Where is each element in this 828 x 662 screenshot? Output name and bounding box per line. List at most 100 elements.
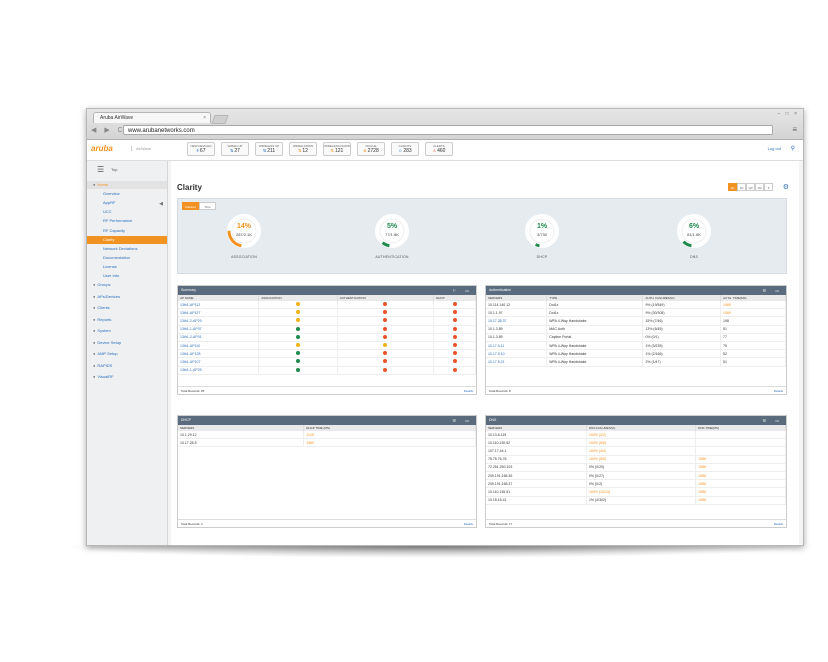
table-row[interactable]: 10.17.28.51980 (178, 439, 476, 447)
time-range-button[interactable]: 1W (746, 183, 755, 191)
table-row[interactable]: 10.13.6.119100% (2/2) (486, 431, 786, 439)
stat-box[interactable]: ROGUE⊗2728 (357, 142, 385, 156)
sidebar-item[interactable]: ●Device Setup (87, 339, 167, 347)
dns-details-link[interactable]: Details (774, 520, 783, 528)
address-bar[interactable]: www.arubanetworks.com (123, 125, 773, 135)
table-row[interactable]: 10.1.29.121129 (178, 431, 476, 439)
table-row[interactable]: 10.17.5.10WPA 4-Way Handshake1% (2/166)5… (486, 350, 786, 358)
table-row[interactable]: 107.17.44.1100% (4/4) (486, 447, 786, 455)
authentication-toolbar-icons[interactable]: ☰ ▭ (763, 286, 783, 295)
stat-box[interactable]: WIRELESS DOWN⇅121 (323, 142, 351, 156)
table-row[interactable]: 10.110.130.52100% (6/6) (486, 439, 786, 447)
sidebar-item[interactable]: ●RAPIDS (87, 362, 167, 370)
table-row[interactable]: 13th1-1-AP25 (178, 366, 476, 374)
table-row[interactable]: 10.17.28.37WPA 4-Way Handshake15% (7/46)… (486, 317, 786, 325)
table-row[interactable]: 13th1-2-AP01 (178, 333, 476, 341)
table-row[interactable]: 13th1-AP110 (178, 341, 476, 349)
failures-toggle[interactable]: Failures (182, 202, 199, 210)
dhcp-details-link[interactable]: Details (464, 520, 473, 528)
browser-menu-icon[interactable]: ≡ (792, 125, 797, 134)
server-cell[interactable]: 10.17.5.21 (486, 358, 547, 366)
table-row[interactable]: 209.191.165.370% (0/2)1986 (486, 480, 786, 488)
stat-box[interactable]: ALERTS⚠460 (425, 142, 453, 156)
sidebar-item[interactable]: ●APs/Devices (87, 293, 167, 301)
time-range-button[interactable]: 1M (755, 183, 764, 191)
ap-name-link[interactable]: 13th1-AP110 (178, 341, 259, 349)
server-cell[interactable]: 10.17.5.10 (486, 350, 547, 358)
ap-name-link[interactable]: 13th1-1-AP25 (178, 366, 259, 374)
time-range-button[interactable]: ▾ (764, 183, 773, 191)
table-row[interactable]: 10.17.5.11WPA 4-Way Handshake1% (3/235)7… (486, 341, 786, 349)
time-range-button[interactable]: 2H (728, 183, 737, 191)
ap-name-link[interactable]: 13th1-AP127 (178, 309, 259, 317)
logout-link[interactable]: Log out (768, 146, 781, 151)
table-row[interactable]: 10.1.1.97Dot1x9% (30/305)1069 (486, 309, 786, 317)
gauge[interactable]: 6%81/1.6KDNS (676, 213, 712, 249)
top-label[interactable]: Top (111, 167, 117, 172)
sidebar-item[interactable]: Clarity (87, 236, 167, 244)
stat-box[interactable]: WIRELESS UP⇅211 (255, 142, 283, 156)
time-range-button[interactable]: 1D (737, 183, 746, 191)
table-row[interactable]: 209.191.165.390% (0/27)1986 (486, 471, 786, 479)
table-row[interactable]: 10.15.15.411% (4/302)1986 (486, 496, 786, 504)
server-cell[interactable]: 10.17.28.37 (486, 317, 547, 325)
sidebar-item[interactable]: ●VisualRF (87, 373, 167, 381)
stat-box[interactable]: WIRED DOWN⇅12 (289, 142, 317, 156)
table-row[interactable]: 75.75.76.76100% (5/5)1986 (486, 455, 786, 463)
table-row[interactable]: 10.1.3.89Captive Portal0% (0/1)77 (486, 333, 786, 341)
sidebar-item[interactable]: AppRF (87, 199, 167, 207)
sidebar-item[interactable]: Network Deviations (87, 245, 167, 253)
stat-box[interactable]: WIRED UP⇅27 (221, 142, 249, 156)
ap-name-link[interactable]: 13th1-AP107 (178, 358, 259, 366)
sidebar-item[interactable]: RF Capacity (87, 227, 167, 235)
gear-icon[interactable]: ⚙ (783, 183, 789, 191)
time-toggle[interactable]: Time (199, 202, 216, 210)
dns-toolbar-icons[interactable]: ☰ ▭ (763, 416, 783, 425)
gauge[interactable]: 1%3/730DHCP (524, 213, 560, 249)
gauge[interactable]: 14%287/2.1KASSOCIATION (226, 213, 262, 249)
summary-toolbar-icons[interactable]: ⚐ ▭ (453, 286, 473, 295)
sidebar-item[interactable]: ●AMP Setup (87, 350, 167, 358)
search-icon[interactable]: ⚲ (791, 145, 795, 152)
aruba-logo[interactable]: aruba (91, 144, 113, 153)
browser-tab[interactable]: Aruba AirWave × (93, 112, 211, 123)
table-row[interactable]: 10.17.5.21WPA 4-Way Handshake2% (1/47)51 (486, 358, 786, 366)
gauge[interactable]: 5%77/1.8KAUTHENTICATION (374, 213, 410, 249)
server-cell[interactable]: 10.1.3.89 (486, 333, 547, 341)
sidebar-item[interactable]: UCC (87, 208, 167, 216)
ap-name-link[interactable]: 13th1-2-AP29 (178, 317, 259, 325)
authentication-details-link[interactable]: Details (774, 387, 783, 395)
table-row[interactable]: 10.114.140.12Dot1x9% (19/549)1965 (486, 301, 786, 309)
server-cell[interactable]: 10.114.140.12 (486, 301, 547, 309)
server-cell[interactable]: 10.1.3.89 (486, 325, 547, 333)
ap-name-link[interactable]: 13th1-1-AP07 (178, 325, 259, 333)
sidebar-item[interactable]: Overview (87, 190, 167, 198)
tab-close-icon[interactable]: × (203, 113, 206, 124)
sidebar-item[interactable]: User Info (87, 272, 167, 280)
table-row[interactable]: 13th1-AP112 (178, 301, 476, 309)
table-row[interactable]: 72.251.250.1030% (0/20)1986 (486, 463, 786, 471)
sidebar-item[interactable]: ●Home (87, 181, 167, 189)
stat-box[interactable]: CLIENTS☺283 (391, 142, 419, 156)
sidebar-item[interactable]: License (87, 263, 167, 271)
server-cell[interactable]: 10.1.1.97 (486, 309, 547, 317)
ap-name-link[interactable]: 13th1-2-AP01 (178, 333, 259, 341)
table-row[interactable]: 13th1-AP127 (178, 309, 476, 317)
sidebar-item[interactable]: Documentation (87, 254, 167, 262)
nav-buttons[interactable]: ◀ ▶ C (91, 126, 126, 134)
server-cell[interactable]: 10.17.5.11 (486, 341, 547, 349)
summary-details-link[interactable]: Details (464, 387, 473, 395)
menu-icon[interactable]: ☰ (97, 165, 104, 174)
sidebar-item[interactable]: ●Clients (87, 304, 167, 312)
dhcp-toolbar-icons[interactable]: ☰ ▭ (453, 416, 473, 425)
sidebar-item[interactable]: ●Reports (87, 316, 167, 324)
table-row[interactable]: 10.1.3.89MAC Auth13% (6/45)51 (486, 325, 786, 333)
sidebar-item[interactable]: ●System (87, 327, 167, 335)
ap-name-link[interactable]: 13th1-AP128 (178, 350, 259, 358)
table-row[interactable]: 10.110.135.51100% (13/13)1986 (486, 488, 786, 496)
ap-name-link[interactable]: 13th1-AP112 (178, 301, 259, 309)
window-controls[interactable]: – □ × (778, 111, 800, 117)
table-row[interactable]: 13th1-2-AP29 (178, 317, 476, 325)
table-row[interactable]: 13th1-AP128 (178, 350, 476, 358)
stat-box[interactable]: NEW DEVICES⌾67 (187, 142, 215, 156)
